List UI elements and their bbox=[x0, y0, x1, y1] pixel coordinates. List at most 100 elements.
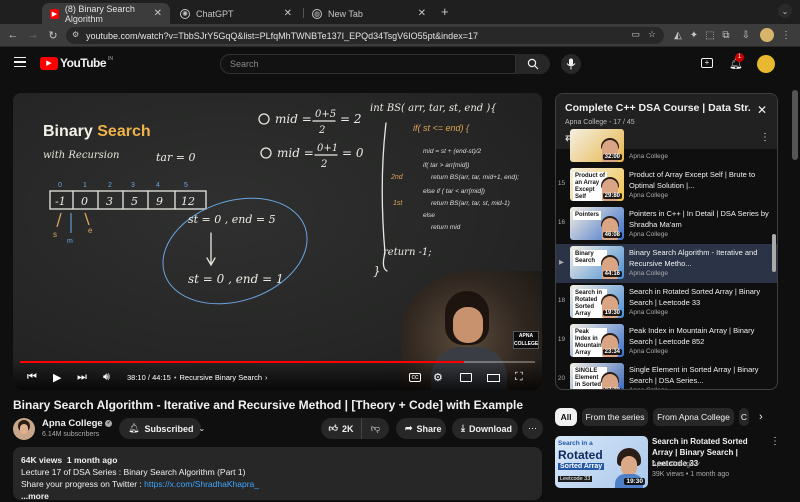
address-bar[interactable]: ⚙ youtube.com/watch?v=TbbSJrY5GqQ&list=P… bbox=[66, 27, 664, 44]
playlist-item[interactable]: ▶ Binary Search 44:16 Binary Search Algorit… bbox=[556, 244, 777, 283]
subtitles-icon[interactable]: cc bbox=[409, 373, 421, 382]
downloads-icon[interactable]: ⇩ bbox=[740, 29, 752, 41]
close-playlist-icon[interactable]: ✕ bbox=[757, 103, 767, 117]
more-actions-button[interactable]: ⋯ bbox=[522, 418, 543, 439]
fullscreen-icon[interactable]: ⛶ bbox=[515, 370, 523, 384]
extension-icon[interactable]: ◭ bbox=[672, 29, 684, 41]
profile-avatar[interactable] bbox=[760, 28, 774, 42]
playlist-scrollbar[interactable] bbox=[772, 234, 776, 272]
svg-text:st = 0 , end = 5: st = 0 , end = 5 bbox=[188, 213, 276, 226]
browser-toolbar: ← → ↻ ⚙ youtube.com/watch?v=TbbSJrY5GqQ&… bbox=[0, 24, 800, 47]
svg-text:2: 2 bbox=[318, 125, 325, 136]
show-more-link[interactable]: ...more bbox=[21, 490, 534, 502]
svg-text:mid =: mid = bbox=[277, 146, 314, 160]
playlist-item[interactable]: 16 Pointers 46:08 Pointers in C++ | In Deta… bbox=[556, 205, 777, 244]
play-icon[interactable]: ▶ bbox=[53, 370, 61, 384]
svg-text:3: 3 bbox=[131, 182, 135, 189]
hamburger-menu-icon[interactable] bbox=[14, 57, 26, 67]
channel-name[interactable]: Apna College ✓ bbox=[42, 418, 113, 429]
youtube-wordmark: YouTube bbox=[60, 56, 107, 70]
voice-search-button[interactable] bbox=[561, 54, 581, 74]
video-player[interactable]: Binary Search with Recursion tar = 0 -1 0… bbox=[13, 93, 542, 390]
theater-mode-icon[interactable] bbox=[487, 374, 500, 382]
chapter-title[interactable]: Recursive Binary Search bbox=[179, 373, 262, 382]
svg-text:12: 12 bbox=[181, 195, 195, 208]
chip-partial[interactable]: C bbox=[739, 408, 749, 426]
reload-icon[interactable]: ↻ bbox=[46, 28, 60, 42]
channel-avatar[interactable] bbox=[13, 418, 35, 440]
download-button[interactable]: ⤓ Download bbox=[452, 418, 518, 439]
dislike-button[interactable]: 👎︎ bbox=[362, 418, 389, 439]
description-line-1: Lecture 17 of DSA Series : Binary Search… bbox=[21, 467, 246, 477]
search-input[interactable]: Search bbox=[220, 54, 516, 74]
apna-college-watermark: APNA COLLEGE bbox=[513, 331, 539, 349]
playlist-item-channel: Apna College bbox=[629, 348, 669, 355]
chip-from-channel[interactable]: From Apna College bbox=[653, 408, 734, 426]
now-playing-icon: ▶ bbox=[559, 259, 564, 266]
search-placeholder: Search bbox=[230, 59, 259, 69]
cast-icon[interactable]: ▭ bbox=[631, 29, 640, 40]
site-info-icon[interactable]: ⚙ bbox=[72, 30, 79, 39]
chips-next-arrow-icon[interactable]: › bbox=[759, 411, 763, 423]
svg-text:4: 4 bbox=[156, 182, 160, 189]
youtube-logo[interactable]: ▶ YouTube IN bbox=[40, 56, 113, 70]
extension-icon[interactable]: ✦ bbox=[688, 29, 700, 41]
tab-youtube[interactable]: ▶ (8) Binary Search Algorithm ✕ bbox=[42, 3, 170, 24]
playlist-item[interactable]: 18 Search in Rotated Sorted Array 19:30 Sea… bbox=[556, 283, 777, 322]
extension-icon[interactable]: ⬚ bbox=[704, 29, 716, 41]
new-tab-button[interactable]: + bbox=[441, 4, 449, 19]
search-button[interactable] bbox=[516, 54, 550, 74]
download-icon: ⤓ bbox=[461, 423, 465, 433]
playlist-items: 32:00 Apna College 15 Product of an Array E… bbox=[556, 129, 777, 389]
recommended-more-icon[interactable]: ⋮ bbox=[770, 436, 780, 447]
next-video-icon[interactable]: ⏭ bbox=[77, 370, 87, 384]
svg-text:s: s bbox=[53, 230, 57, 239]
twitter-link[interactable]: https://x.com/ShradhaKhapra_ bbox=[144, 479, 259, 489]
subscribed-button[interactable]: 🔔︎ Subscribed ⌄ bbox=[119, 418, 205, 439]
share-button[interactable]: ➦ Share bbox=[396, 418, 446, 439]
svg-text:if( st <= end) {: if( st <= end) { bbox=[413, 123, 470, 133]
svg-text:-1: -1 bbox=[55, 195, 66, 208]
forward-arrow-icon[interactable]: → bbox=[26, 28, 40, 42]
volume-icon[interactable]: 🔊︎ bbox=[103, 370, 110, 384]
account-avatar[interactable] bbox=[757, 55, 775, 73]
recommended-thumbnail[interactable]: Search in a Rotated Sorted Array Leetcod… bbox=[555, 436, 648, 488]
chip-from-series[interactable]: From the series bbox=[582, 408, 648, 426]
progress-bar[interactable] bbox=[20, 361, 535, 363]
previous-video-icon[interactable]: ⏮ bbox=[27, 370, 37, 384]
close-tab-icon[interactable]: ✕ bbox=[154, 8, 162, 19]
playlist-item[interactable]: 19 Peak Index in Mountain Array 23:34 Peak … bbox=[556, 322, 777, 361]
close-tab-icon[interactable]: ✕ bbox=[418, 8, 426, 19]
like-button[interactable]: 👍︎ 2K bbox=[321, 418, 362, 439]
puzzle-icon[interactable]: ⧉ bbox=[720, 29, 732, 41]
svg-text:0+1: 0+1 bbox=[317, 143, 338, 154]
playlist-title[interactable]: Complete C++ DSA Course | Data Str... bbox=[565, 102, 751, 114]
playlist-item[interactable]: 32:00 Apna College bbox=[556, 127, 777, 166]
svg-text:st = 0 , end = 1: st = 0 , end = 1 bbox=[188, 272, 284, 286]
close-tab-icon[interactable]: ✕ bbox=[284, 8, 292, 19]
page-scrollbar[interactable] bbox=[791, 84, 799, 500]
miniplayer-icon[interactable] bbox=[460, 373, 472, 382]
tab-chatgpt[interactable]: ✺ ChatGPT ✕ bbox=[172, 3, 300, 24]
bookmark-star-icon[interactable]: ☆ bbox=[648, 29, 656, 40]
region-badge: IN bbox=[108, 56, 114, 62]
bell-icon: 🔔︎ bbox=[128, 423, 140, 433]
playlist-item-duration: 23:34 bbox=[602, 349, 622, 355]
recommended-channel[interactable]: Apna College ✓ bbox=[652, 461, 701, 468]
recommended-duration: 19:30 bbox=[624, 478, 645, 485]
microphone-icon bbox=[566, 58, 576, 70]
create-video-icon[interactable]: + bbox=[701, 58, 713, 68]
more-vertical-icon[interactable]: ⋮ bbox=[780, 29, 792, 41]
playlist-item-channel: Apna College bbox=[629, 270, 669, 277]
settings-gear-icon[interactable]: ⚙ bbox=[433, 370, 443, 384]
playlist-item-duration: 46:08 bbox=[602, 232, 622, 238]
tab-search-icon[interactable]: ⌄ bbox=[778, 4, 792, 18]
back-arrow-icon[interactable]: ← bbox=[6, 28, 20, 42]
playlist-item[interactable]: 15 Product of an Array Except Self 29:80 Pr… bbox=[556, 166, 777, 205]
chatgpt-icon: ✺ bbox=[180, 8, 190, 19]
playlist-item[interactable]: 20 SINGLE Element in Sorted Array27:33Sin… bbox=[556, 361, 777, 389]
description-box[interactable]: 64K views 1 month ago Lecture 17 of DSA … bbox=[13, 447, 542, 502]
svg-text:2nd: 2nd bbox=[390, 174, 404, 181]
tab-new-tab[interactable]: ◍ New Tab ✕ bbox=[304, 3, 434, 24]
chip-all[interactable]: All bbox=[555, 408, 577, 426]
